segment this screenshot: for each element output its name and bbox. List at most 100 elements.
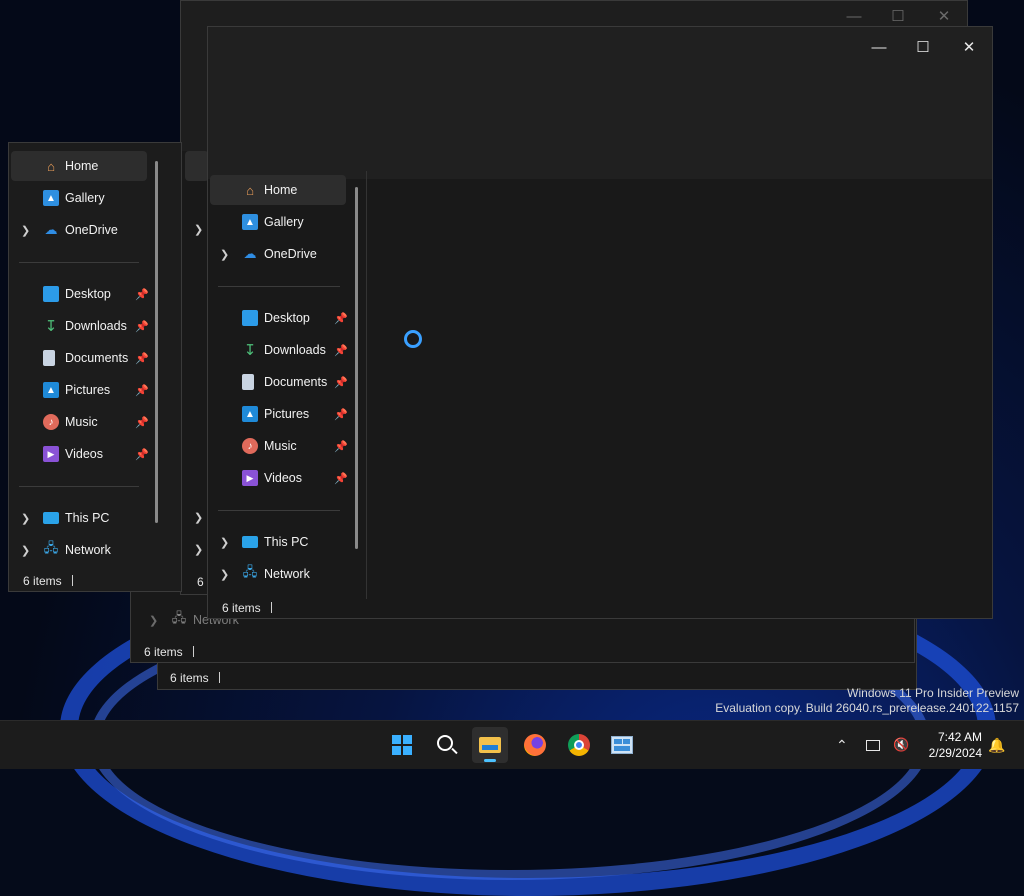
nav-network[interactable]: ❯ 🖧 Network xyxy=(11,535,147,565)
monitor-icon xyxy=(43,512,59,524)
gallery-icon: ▲ xyxy=(43,190,59,206)
nav-separator xyxy=(218,286,340,287)
home-icon: ⌂ xyxy=(246,182,254,198)
nav-music[interactable]: ♪ Music 📌 xyxy=(210,431,348,461)
nav-separator xyxy=(19,486,139,487)
pin-icon[interactable]: 📌 xyxy=(334,408,348,421)
chevron-right-icon[interactable]: ❯ xyxy=(194,223,203,236)
pin-icon[interactable]: 📌 xyxy=(135,448,149,461)
network-icon: 🖧 xyxy=(43,540,59,555)
desktop-folder-icon xyxy=(43,286,59,302)
nav-onedrive[interactable]: ❯ ☁ OneDrive xyxy=(11,215,147,245)
windows-watermark: Windows 11 Pro Insider Preview Evaluatio… xyxy=(715,686,1019,715)
nav-scrollbar[interactable] xyxy=(355,187,358,549)
minimize-button[interactable]: — xyxy=(856,33,902,61)
nav-network[interactable]: ❯ 🖧 Network xyxy=(210,559,346,589)
volume-button[interactable]: 🔇 xyxy=(893,721,913,769)
nav-this-pc[interactable]: ❯ This PC xyxy=(210,527,346,557)
notifications-button[interactable]: 🔔 xyxy=(988,721,1006,769)
chevron-right-icon[interactable]: ❯ xyxy=(194,511,203,524)
chevron-right-icon[interactable]: ❯ xyxy=(220,568,229,581)
pin-icon[interactable]: 📌 xyxy=(334,344,348,357)
navigation-pane: ⌂ Home ▲ Gallery ❯ ☁ OneDrive Desktop 📌 … xyxy=(208,175,366,599)
cloud-icon: ☁ xyxy=(243,246,257,261)
network-icon: 🖧 xyxy=(171,610,187,625)
pane-divider xyxy=(366,171,367,599)
chrome-icon xyxy=(568,734,590,756)
tray-overflow-button[interactable]: ⌃ xyxy=(836,721,854,769)
volume-muted-icon: 🔇 xyxy=(893,737,910,752)
nav-documents[interactable]: Documents 📌 xyxy=(11,343,149,373)
pin-icon[interactable]: 📌 xyxy=(135,352,149,365)
nav-scrollbar[interactable] xyxy=(155,161,158,523)
nav-downloads[interactable]: ↧ Downloads 📌 xyxy=(210,335,348,365)
network-icon: 🖧 xyxy=(242,564,258,579)
pin-icon[interactable]: 📌 xyxy=(334,376,348,389)
nav-desktop[interactable]: Desktop 📌 xyxy=(210,303,348,333)
windows-start-icon xyxy=(392,735,412,755)
nav-downloads[interactable]: ↧ Downloads 📌 xyxy=(11,311,149,341)
nav-pictures[interactable]: ▲ Pictures 📌 xyxy=(210,399,348,429)
nav-onedrive[interactable]: ❯ ☁ OneDrive xyxy=(210,239,346,269)
clock-time: 7:42 AM xyxy=(937,730,982,744)
pin-icon[interactable]: 📌 xyxy=(135,320,149,333)
chevron-right-icon[interactable]: ❯ xyxy=(220,536,229,549)
explorer-window-front[interactable]: — ☐ ✕ ⌂ Home ▲ Gallery ❯ ☁ OneDrive Desk… xyxy=(207,26,993,619)
search-handle xyxy=(451,747,458,755)
file-explorer-button[interactable] xyxy=(472,727,508,763)
nav-videos[interactable]: ▶ Videos 📌 xyxy=(210,463,348,493)
nav-home[interactable]: ⌂ Home xyxy=(11,151,147,181)
nav-videos[interactable]: ▶ Videos 📌 xyxy=(11,439,149,469)
status-items-count: 6 items xyxy=(144,645,183,659)
loading-spinner xyxy=(404,330,422,348)
pin-icon[interactable]: 📌 xyxy=(135,288,149,301)
home-icon: ⌂ xyxy=(47,158,55,174)
chrome-button[interactable] xyxy=(561,727,597,763)
explorer-window-left[interactable]: ⌂ Home ▲ Gallery ❯ ☁ OneDrive Desktop 📌 … xyxy=(8,142,182,592)
active-indicator xyxy=(484,759,496,762)
maximize-button[interactable]: ☐ xyxy=(900,33,946,61)
control-panel-button[interactable] xyxy=(604,727,640,763)
nav-gallery[interactable]: ▲ Gallery xyxy=(210,207,346,237)
status-bar: 6 items xyxy=(222,601,272,615)
nav-this-pc[interactable]: ❯ This PC xyxy=(11,503,147,533)
nav-gallery[interactable]: ▲ Gallery xyxy=(11,183,147,213)
pin-icon[interactable]: 📌 xyxy=(334,312,348,325)
pin-icon[interactable]: 📌 xyxy=(135,384,149,397)
chevron-right-icon[interactable]: ❯ xyxy=(21,512,30,525)
nav-documents[interactable]: Documents 📌 xyxy=(210,367,348,397)
nav-home[interactable] xyxy=(185,151,209,181)
chevron-right-icon[interactable]: ❯ xyxy=(21,544,30,557)
chevron-right-icon[interactable]: ❯ xyxy=(220,248,229,261)
search-button[interactable] xyxy=(429,727,465,763)
nav-pictures[interactable]: ▲ Pictures 📌 xyxy=(11,375,149,405)
music-icon: ♪ xyxy=(242,438,258,454)
status-items-count: 6 items xyxy=(170,671,209,685)
video-icon: ▶ xyxy=(242,470,258,486)
network-icon xyxy=(866,739,880,751)
nav-music[interactable]: ♪ Music 📌 xyxy=(11,407,149,437)
nav-home[interactable]: ⌂ Home xyxy=(210,175,346,205)
taskbar: ⌃ 🔇 7:42 AM 2/29/2024 🔔 xyxy=(0,720,1024,769)
document-icon xyxy=(242,374,254,390)
chevron-right-icon[interactable]: ❯ xyxy=(21,224,30,237)
nav-desktop[interactable]: Desktop 📌 xyxy=(11,279,149,309)
status-items-count: 6 items xyxy=(222,601,261,615)
chevron-right-icon[interactable]: ❯ xyxy=(149,614,158,627)
pin-icon[interactable]: 📌 xyxy=(135,416,149,429)
clock[interactable]: 7:42 AM 2/29/2024 xyxy=(918,729,982,761)
close-button[interactable]: ✕ xyxy=(946,33,992,61)
pin-icon[interactable]: 📌 xyxy=(334,440,348,453)
pin-icon[interactable]: 📌 xyxy=(334,472,348,485)
desktop-folder-icon xyxy=(242,310,258,326)
download-icon: ↧ xyxy=(44,318,58,335)
chevron-right-icon[interactable]: ❯ xyxy=(194,543,203,556)
network-status-button[interactable] xyxy=(866,721,886,769)
notification-bell-icon: 🔔 xyxy=(988,736,1006,753)
document-icon xyxy=(43,350,55,366)
status-bar: 6 items xyxy=(23,574,73,588)
status-bar: 6 items xyxy=(144,645,194,659)
firefox-button[interactable] xyxy=(517,727,553,763)
start-button[interactable] xyxy=(384,727,420,763)
file-explorer-icon xyxy=(479,737,501,753)
